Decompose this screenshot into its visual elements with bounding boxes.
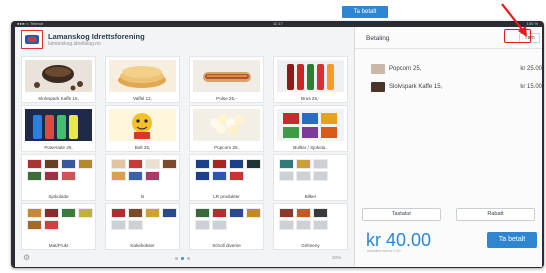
screenshot: Ta betalt ●●●○○ Telenor 11:17 100 % Lama… [0,0,546,273]
product-caption: Polse 25,- [216,96,237,101]
discount-button[interactable]: Rabatt [456,208,535,221]
category-thumbnails [109,207,177,239]
category-tile[interactable]: Bilker [273,154,348,201]
category-caption: Kakebokser [130,243,155,248]
category-thumbnails [25,207,93,239]
product-tile[interactable]: Bolt 25, [105,105,180,152]
club-url: lamanskog.idrettslag.no [48,41,101,47]
category-thumbnails [277,158,344,190]
club-name: Lamanskog Idrettsforening [48,32,145,41]
page-dot[interactable] [175,257,178,260]
product-tile[interactable]: Popcorn 25, [189,105,264,152]
cart-panel: Betaling Tøm Popcorn 25, kr 25.00 Slolvs… [355,27,542,267]
product-caption: Vaffel 12, [133,96,152,101]
category-tile[interactable]: Sjokolade [21,154,96,201]
product-panel: Lamanskog Idrettsforening lamanskog.idre… [15,27,355,267]
cart-line-price: kr 15.00 [520,84,542,90]
pos-app: Lamanskog Idrettsforening lamanskog.idre… [15,27,542,267]
vat-note: Inkludert mva kr 0.00 [367,249,401,253]
product-tile[interactable]: Slolvspark Kaffe 15, [21,56,96,103]
cart-line[interactable]: Slolvspark Kaffe 15, kr 15.00 [364,81,542,94]
cart-title: Betaling [366,35,390,42]
product-tile[interactable]: Bulltar / Sjokola.. [273,105,348,152]
category-thumbnails [25,158,93,190]
snacks-image [277,109,344,141]
tablet-frame: ●●●○○ Telenor 11:17 100 % Lamanskog Idre… [11,21,544,268]
cart-line-name: Slolvspark Kaffe 15, [389,84,443,90]
club-logo [21,30,43,49]
category-thumbnails [193,207,261,239]
page-dot[interactable] [187,257,190,260]
popcorn-image [193,109,260,141]
product-tile[interactable]: Brus 25,- [273,56,348,103]
cart-header: Betaling Tøm [355,27,542,49]
hotdog-image [193,60,260,92]
category-caption: Mat/Frukt [48,243,69,248]
category-tile[interactable]: Is [105,154,180,201]
waffle-image [109,60,176,92]
product-caption: Brus 25,- [301,96,320,101]
category-caption: LR produkter [213,194,240,199]
sports-drink-image [25,109,92,141]
product-tile[interactable]: Vaffel 12, [105,56,180,103]
category-tile[interactable]: Kakebokser [105,203,180,250]
coffee-image [25,60,92,92]
product-tile[interactable]: Polse 25,- [189,56,264,103]
product-caption: Slolvspark Kaffe 15, [38,96,79,101]
category-thumbnails [193,158,261,190]
brand-header: Lamanskog Idrettsforening lamanskog.idre… [21,30,341,52]
coffee-thumbnail-icon [371,82,385,92]
product-caption: Popcorn 25, [214,145,239,150]
category-caption: Bilker [304,194,317,199]
total-area: kr 40.00 Inkludert mva kr 0.00 Ta betalt [355,226,542,256]
product-caption: Bolt 25, [134,145,151,150]
soda-image [277,60,344,92]
clear-cart-button[interactable]: Tøm [519,33,540,43]
category-thumbnails [109,158,177,190]
product-caption: Powerade 25, [44,145,73,150]
page-dot-active[interactable] [181,257,184,260]
cart-line-name: Popcorn 25, [389,66,422,72]
battery-percent: 20% [332,255,342,260]
total-amount: kr 40.00 [366,230,432,250]
category-tile[interactable]: Mat/Frukt [21,203,96,250]
pager-bar: ⚙ 20% [15,253,355,265]
top-pay-button[interactable]: Ta betalt [342,6,388,18]
mascot-image [109,109,176,141]
product-caption: Bulltar / Sjokola.. [293,145,328,150]
popcorn-thumbnail-icon [371,64,385,74]
category-tile[interactable]: LR produkter [189,154,264,201]
pay-button[interactable]: Ta betalt [487,232,537,248]
keyboard-button[interactable]: Tastatur [362,208,441,221]
product-grid: Slolvspark Kaffe 15, Vaffel 12, Polse 25… [21,56,349,250]
category-tile[interactable]: Scholl diverse [189,203,264,250]
category-caption: Scholl diverse [212,243,241,248]
category-thumbnails [277,207,344,239]
cart-line-price: kr 25.00 [520,66,542,72]
cart-line[interactable]: Popcorn 25, kr 25.00 [364,63,542,76]
category-caption: Sjokolade [48,194,69,199]
settings-gear-icon[interactable]: ⚙ [23,253,30,262]
category-tile[interactable]: Grilmeny [273,203,348,250]
product-tile[interactable]: Powerade 25, [21,105,96,152]
category-caption: Grilmeny [301,243,320,248]
category-caption: Is [140,194,145,199]
